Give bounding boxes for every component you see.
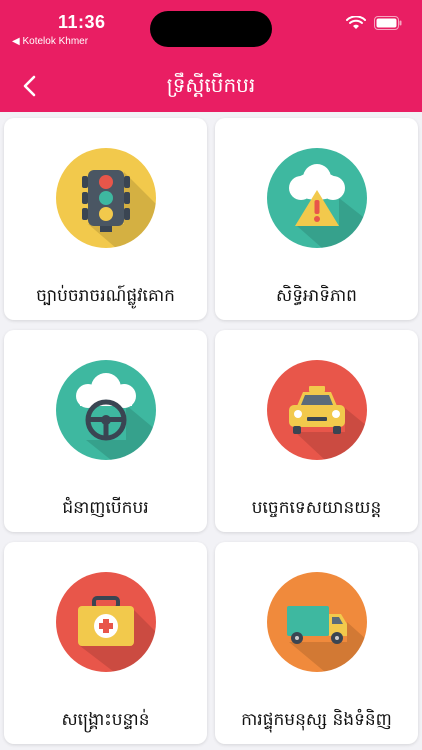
menu-card-driving-skills[interactable]: ជំនាញបើកបរ: [4, 330, 207, 532]
traffic-light-icon: [55, 148, 156, 248]
menu-card-people-goods-transport[interactable]: ការផ្ទុកមនុស្ស និងទំនិញ: [215, 542, 418, 744]
dynamic-island: [150, 11, 272, 47]
menu-card-label: សិទ្ធិអាទិភាព: [276, 286, 357, 306]
wifi-icon: [346, 16, 366, 29]
menu-card-first-aid[interactable]: សង្គ្រោះបន្ទាន់: [4, 542, 207, 744]
delivery-truck-icon: [266, 572, 367, 672]
menu-card-label: ច្បាប់ចរាចរណ៍ផ្លូវគោក: [36, 286, 175, 306]
battery-icon: [374, 16, 402, 30]
menu-card-label: សង្គ្រោះបន្ទាន់: [61, 710, 150, 730]
menu-card-label: បច្ចេកទេសយានយន្ត: [251, 498, 382, 518]
page-title: ទ្រឹស្តីបើកបរ: [166, 73, 256, 97]
menu-card-traffic-law[interactable]: ច្បាប់ចរាចរណ៍ផ្លូវគោក: [4, 118, 207, 320]
menu-card-priority-rights[interactable]: សិទ្ធិអាទិភាព: [215, 118, 418, 320]
menu-card-label: ការផ្ទុកមនុស្ស និងទំនិញ: [241, 710, 392, 730]
back-to-app-link[interactable]: ◀ Kotelok Khmer: [12, 36, 88, 47]
cloud-warning-icon: [266, 148, 367, 248]
status-time: 11:36: [58, 12, 106, 32]
taxi-car-icon: [266, 360, 367, 460]
steering-wheel-icon: [55, 360, 156, 460]
status-icons: [346, 16, 402, 30]
menu-card-label: ជំនាញបើកបរ: [62, 498, 149, 518]
first-aid-kit-icon: [55, 572, 156, 672]
app-header: 11:36 ◀ Kotelok Khmer ទ្រឹស្តីបើកបរ: [0, 0, 422, 112]
menu-card-vehicle-technique[interactable]: បច្ចេកទេសយានយន្ត: [215, 330, 418, 532]
